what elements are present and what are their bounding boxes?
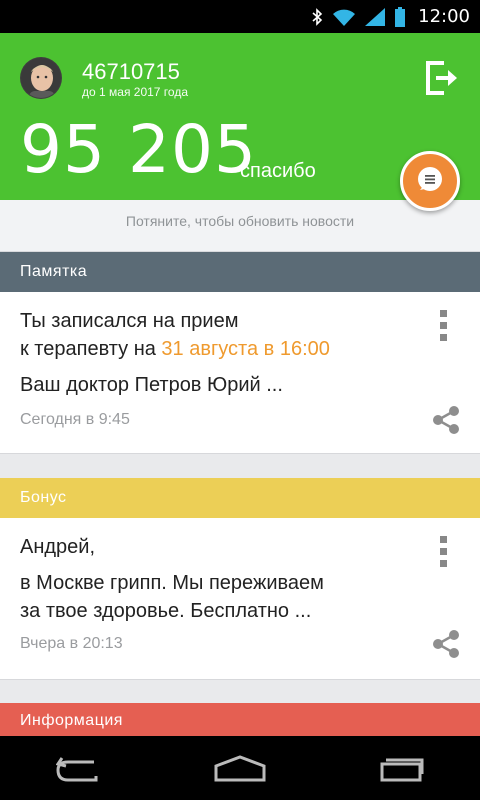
more-options-icon[interactable] [440, 310, 450, 344]
chat-icon [417, 166, 443, 197]
news-card[interactable]: Ты записался на прием к терапевту на 31 … [0, 292, 480, 454]
section-header-info: Информация [0, 703, 480, 737]
pull-to-refresh-hint: Потяните, чтобы обновить новости [0, 200, 480, 252]
card-preview-line1: в Москве грипп. Мы переживаем [20, 572, 324, 594]
wifi-icon [332, 8, 356, 26]
bluetooth-icon [311, 7, 323, 26]
share-icon[interactable] [430, 404, 462, 436]
balance-value: 95 205 [20, 111, 257, 188]
card-title-line2: к терапевту на 31 августа в 16:00 [20, 338, 330, 360]
home-icon[interactable] [210, 748, 270, 788]
section-header-bonus: Бонус [0, 478, 480, 518]
section-header-reminder: Памятка [0, 252, 480, 292]
back-icon[interactable] [50, 748, 110, 788]
card-preview-line2: за твое здоровье. Бесплатно ... [20, 600, 312, 622]
card-preview: Ваш доктор Петров Юрий ... [20, 374, 283, 396]
logout-icon[interactable] [424, 59, 462, 97]
recent-apps-icon[interactable] [370, 748, 430, 788]
chat-button[interactable] [400, 151, 460, 211]
balance-unit: спасибо [240, 160, 316, 182]
account-number: 46710715 [82, 59, 180, 84]
news-card[interactable]: Андрей, в Москве грипп. Мы переживаем за… [0, 518, 480, 680]
status-bar: 12:00 [0, 0, 480, 33]
clock: 12:00 [418, 6, 470, 27]
more-options-icon[interactable] [440, 536, 450, 570]
card-timestamp: Вчера в 20:13 [20, 635, 123, 652]
avatar[interactable] [20, 57, 62, 99]
valid-until: до 1 мая 2017 года [82, 85, 189, 99]
card-title: Ты записался на прием [20, 310, 239, 332]
share-icon[interactable] [430, 628, 462, 660]
system-nav-bar [0, 736, 480, 800]
battery-icon [394, 6, 406, 27]
card-timestamp: Сегодня в 9:45 [20, 411, 130, 428]
card-title: Андрей, [20, 536, 96, 558]
appointment-datetime: 31 августа в 16:00 [161, 338, 330, 360]
signal-icon [365, 7, 386, 26]
